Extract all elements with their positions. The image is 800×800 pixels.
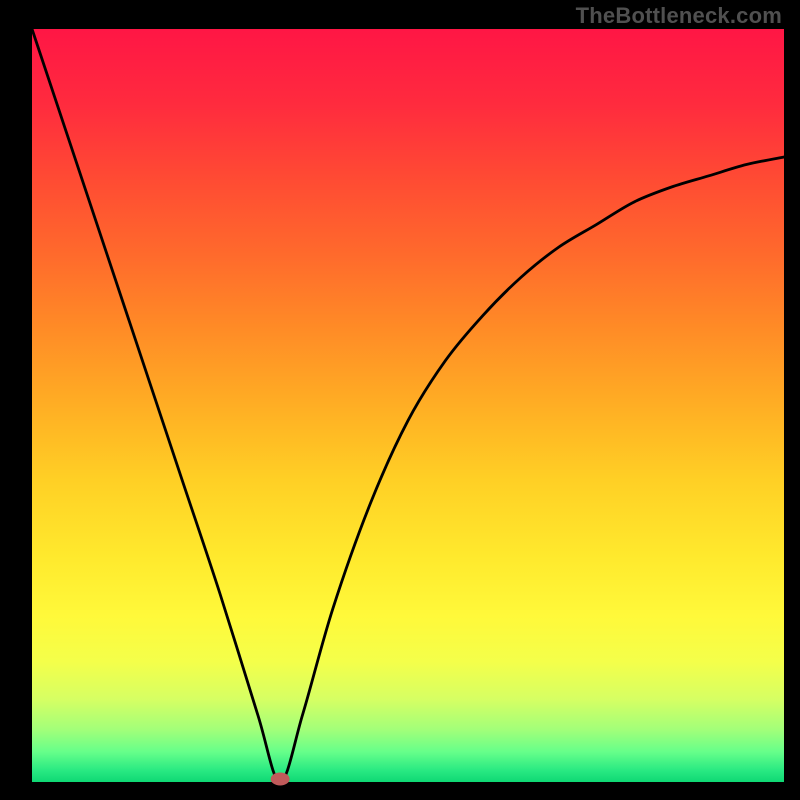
chart-frame: TheBottleneck.com — [0, 0, 800, 800]
plot-background — [32, 29, 784, 782]
minimum-marker — [271, 773, 289, 785]
watermark-text: TheBottleneck.com — [576, 3, 782, 29]
bottleneck-plot — [0, 0, 800, 800]
